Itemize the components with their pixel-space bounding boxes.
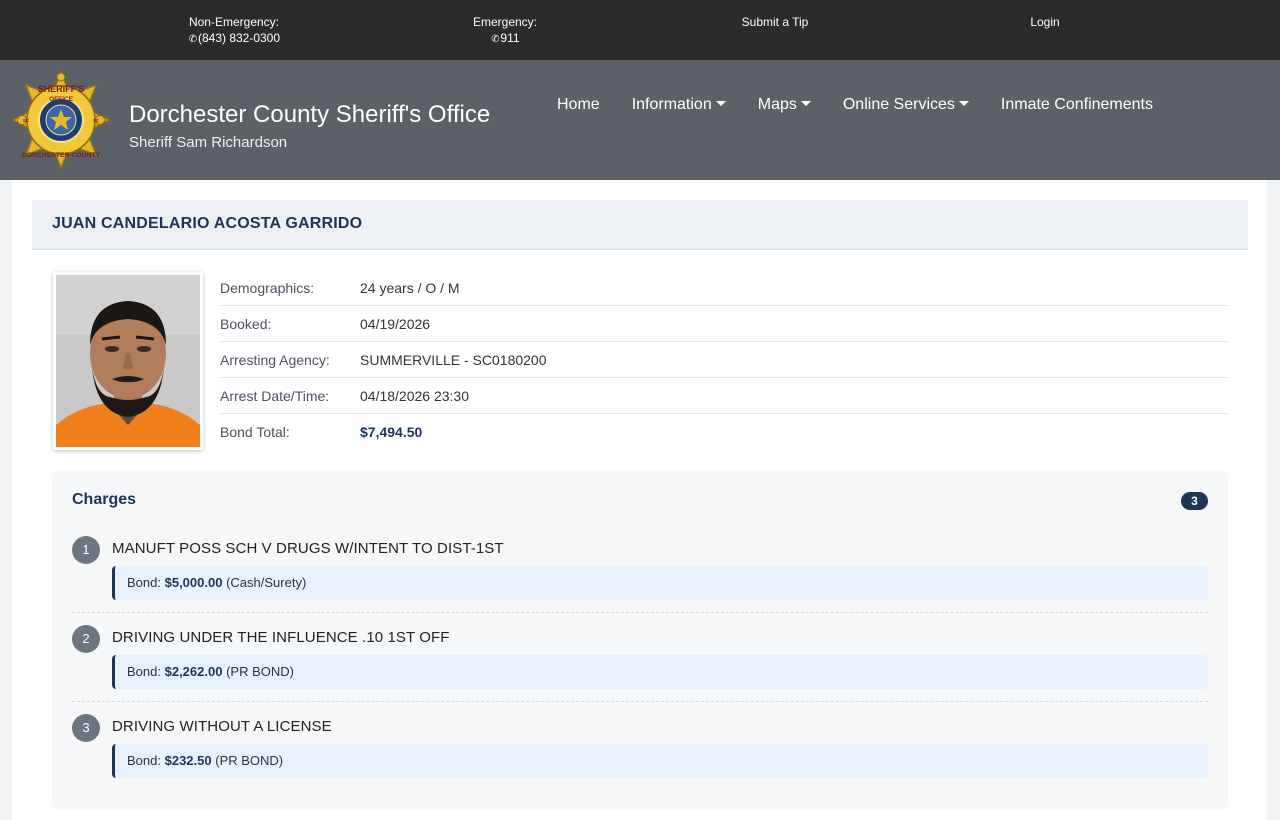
nav-item-inmate-confinements[interactable]: Inmate Confinements bbox=[1001, 96, 1153, 114]
non-emergency-label: Non-Emergency: bbox=[188, 15, 280, 29]
phone-icon: ✆ bbox=[188, 34, 198, 45]
charge-bond: Bond: $5,000.00 (Cash/Surety) bbox=[112, 566, 1208, 600]
charge-divider bbox=[72, 612, 1208, 613]
detail-value: 24 years / O / M bbox=[360, 280, 460, 296]
caret-down-icon bbox=[715, 101, 726, 107]
bond-amount: $232.50 bbox=[164, 753, 212, 768]
charges-title: Charges bbox=[72, 491, 137, 508]
bond-prefix: Bond: bbox=[127, 753, 161, 768]
detail-label: Booked: bbox=[220, 316, 272, 332]
site-subtitle: Sheriff Sam Richardson bbox=[129, 134, 288, 151]
main-nav: Home Information Maps Online Services In… bbox=[557, 96, 1185, 114]
phone-icon: ✆ bbox=[491, 34, 500, 45]
site-title[interactable]: Dorchester County Sheriff's Office bbox=[129, 101, 490, 129]
detail-value: 04/19/2026 bbox=[360, 316, 431, 332]
charge-divider bbox=[72, 701, 1208, 702]
charge-number: 3 bbox=[72, 714, 100, 742]
nav-label: Maps bbox=[757, 96, 797, 113]
detail-value: SUMMERVILLE - SC0180200 bbox=[360, 352, 547, 368]
detail-row-booked: Booked: 04/19/2026 bbox=[220, 306, 1228, 342]
logo-side-left: SC bbox=[23, 118, 30, 123]
charges-panel: Charges 3 1 MANUFT POSS SCH V DRUGS W/IN… bbox=[52, 470, 1228, 810]
detail-row-demographics: Demographics: 24 years / O / M bbox=[220, 270, 1228, 306]
top-bar: Non-Emergency: ✆(843) 832-0300 Emergency… bbox=[0, 0, 1280, 60]
submit-tip-link[interactable]: Submit a Tip bbox=[742, 15, 809, 29]
charge-number: 2 bbox=[72, 625, 100, 653]
detail-row-arrest-datetime: Arrest Date/Time: 04/18/2026 23:30 bbox=[220, 378, 1228, 414]
caret-down-icon bbox=[958, 101, 969, 107]
detail-row-bond-total: Bond Total: $7,494.50 bbox=[220, 414, 1228, 450]
site-header: SHERIFF'S OFFICE DORCHESTER COUNTY SC SC… bbox=[0, 60, 1280, 180]
nav-label: Home bbox=[557, 96, 600, 113]
nav-label: Information bbox=[631, 96, 712, 113]
charge-description: MANUFT POSS SCH V DRUGS W/INTENT TO DIST… bbox=[112, 540, 504, 557]
inmate-details: Demographics: 24 years / O / M Booked: 0… bbox=[220, 270, 1228, 450]
login-link[interactable]: Login bbox=[1030, 15, 1059, 29]
charge-description: DRIVING WITHOUT A LICENSE bbox=[112, 718, 332, 735]
bond-prefix: Bond: bbox=[127, 664, 161, 679]
detail-row-arresting-agency: Arresting Agency: SUMMERVILLE - SC018020… bbox=[220, 342, 1228, 378]
non-emergency-phone[interactable]: (843) 832-0300 bbox=[198, 31, 280, 45]
inmate-photo bbox=[53, 272, 203, 450]
logo-text-bottom: DORCHESTER COUNTY bbox=[22, 152, 101, 159]
nav-item-information[interactable]: Information bbox=[632, 96, 726, 114]
bond-amount: $5,000.00 bbox=[164, 575, 223, 590]
nav-item-home[interactable]: Home bbox=[557, 96, 600, 114]
charge-bond: Bond: $2,262.00 (PR BOND) bbox=[112, 655, 1208, 689]
nav-item-online-services[interactable]: Online Services bbox=[843, 96, 969, 114]
caret-down-icon bbox=[800, 101, 811, 107]
nav-label: Inmate Confinements bbox=[1000, 96, 1153, 113]
inmate-card: JUAN CANDELARIO ACOSTA GARRIDO Demograph… bbox=[12, 180, 1267, 820]
detail-value: 04/18/2026 23:30 bbox=[360, 388, 469, 404]
sheriff-badge-logo[interactable]: SHERIFF'S OFFICE DORCHESTER COUNTY SC SC bbox=[11, 69, 111, 171]
non-emergency-contact[interactable]: Non-Emergency: ✆(843) 832-0300 bbox=[184, 14, 284, 48]
charge-number: 1 bbox=[72, 536, 100, 564]
logo-text-top: SHERIFF'S bbox=[38, 84, 85, 94]
detail-label: Bond Total: bbox=[220, 424, 290, 440]
bond-type: (PR BOND) bbox=[226, 664, 294, 679]
inmate-name: JUAN CANDELARIO ACOSTA GARRIDO bbox=[52, 215, 363, 232]
bond-type: (PR BOND) bbox=[215, 753, 284, 768]
inmate-card-header: JUAN CANDELARIO ACOSTA GARRIDO bbox=[32, 200, 1248, 250]
bond-prefix: Bond: bbox=[127, 575, 161, 590]
bond-type: (Cash/Surety) bbox=[226, 575, 307, 590]
nav-item-maps[interactable]: Maps bbox=[758, 96, 811, 114]
charges-count-badge: 3 bbox=[1181, 492, 1208, 510]
emergency-label: Emergency: bbox=[472, 15, 538, 29]
charge-bond: Bond: $232.50 (PR BOND) bbox=[112, 744, 1208, 778]
nav-label: Online Services bbox=[842, 96, 955, 113]
charge-description: DRIVING UNDER THE INFLUENCE .10 1ST OFF bbox=[112, 629, 450, 646]
detail-label: Arresting Agency: bbox=[220, 352, 330, 368]
bond-total-value: $7,494.50 bbox=[360, 424, 423, 440]
logo-side-right: SC bbox=[93, 118, 100, 123]
emergency-phone[interactable]: 911 bbox=[500, 31, 519, 45]
bond-amount: $2,262.00 bbox=[164, 664, 223, 679]
detail-label: Demographics: bbox=[220, 280, 315, 296]
detail-label: Arrest Date/Time: bbox=[220, 388, 330, 404]
emergency-contact[interactable]: Emergency: ✆911 bbox=[470, 14, 540, 48]
logo-text-mid: OFFICE bbox=[49, 96, 73, 103]
